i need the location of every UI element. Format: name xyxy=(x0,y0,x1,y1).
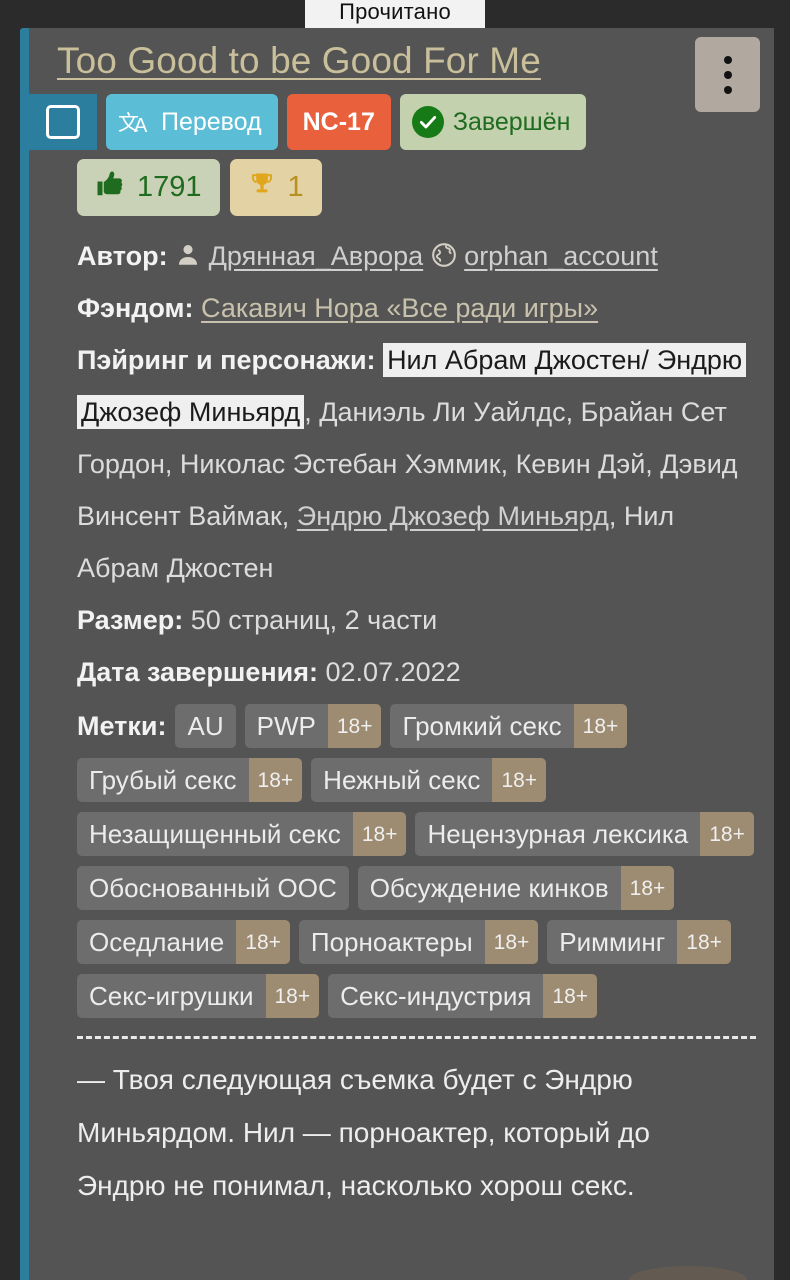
kudos-count: 1791 xyxy=(137,171,202,203)
kebab-dot xyxy=(723,55,732,64)
tag-label: Обоснованный ООС xyxy=(89,873,337,903)
tag-chip[interactable]: Обсуждение кинков 18+ xyxy=(357,866,675,910)
tag-label: AU xyxy=(187,711,224,741)
title-row: Too Good to be Good For Me xyxy=(29,28,774,112)
kebab-menu-icon[interactable] xyxy=(695,37,760,112)
tag-label: Нецензурная лексика xyxy=(427,819,689,849)
badge-rating-label: NC-17 xyxy=(302,107,375,136)
award-button[interactable]: 1 xyxy=(229,159,322,216)
tag-label: Обсуждение кинков xyxy=(369,873,609,903)
award-count: 1 xyxy=(287,171,304,203)
person-icon xyxy=(175,242,201,268)
tag-chip[interactable]: AU xyxy=(175,704,236,748)
work-card: Too Good to be Good For Me 文 A Перевод N… xyxy=(20,28,774,1280)
tag-chip[interactable]: Секс-игрушки 18+ xyxy=(77,974,320,1018)
pairing-highlight-a: Нил Абрам Джостен/ xyxy=(383,343,653,377)
meta-author: Автор: Дрянная_Аврора orphan_account xyxy=(77,230,756,282)
fandom-label: Фэндом: xyxy=(77,293,194,323)
kebab-dot xyxy=(723,85,732,94)
checkbox-unchecked-icon xyxy=(46,105,80,139)
kebab-dot xyxy=(723,70,732,79)
tag-chip[interactable]: Порноактеры 18+ xyxy=(298,920,539,964)
tag-age-badge: 18+ xyxy=(543,974,598,1018)
tag-label: Грубый секс xyxy=(89,765,237,795)
check-circle-icon xyxy=(411,106,444,138)
badge-translation-label: Перевод xyxy=(161,107,262,136)
tag-age-badge: 18+ xyxy=(327,704,382,748)
fandom-link[interactable]: Сакавич Нора «Все ради игры» xyxy=(201,293,598,323)
tag-age-badge: 18+ xyxy=(677,920,731,964)
tag-age-badge: 18+ xyxy=(265,974,320,1018)
meta-fandom: Фэндом: Сакавич Нора «Все ради игры» xyxy=(77,282,756,334)
tag-label: Оседлание xyxy=(89,927,225,957)
tag-chip[interactable]: Нецензурная лексика 18+ xyxy=(415,812,754,856)
svg-text:A: A xyxy=(134,115,148,137)
screen: Прочитано Too Good to be Good For Me 文 A… xyxy=(0,0,790,1280)
badge-status-label: Завершён xyxy=(452,107,571,136)
tag-label: Незащищенный секс xyxy=(89,819,341,849)
meta-info: Автор: Дрянная_Аврора orphan_account Фэн… xyxy=(29,216,774,698)
globe-icon xyxy=(431,242,457,268)
author-link[interactable]: Дрянная_Аврора xyxy=(209,241,424,271)
tag-chip[interactable]: Секс-индустрия 18+ xyxy=(328,974,598,1018)
meta-size: Размер: 50 страниц, 2 части xyxy=(77,594,756,646)
badge-translation[interactable]: 文 A Перевод xyxy=(106,94,278,150)
tag-age-badge: 18+ xyxy=(248,758,303,802)
date-label: Дата завершения: xyxy=(77,657,318,687)
thumbs-up-icon xyxy=(95,169,125,207)
select-checkbox[interactable] xyxy=(29,94,97,150)
tag-age-badge: 18+ xyxy=(573,704,628,748)
tag-label: Громкий секс xyxy=(402,711,562,741)
tag-chip[interactable]: Оседлание 18+ xyxy=(77,920,290,964)
tag-chip[interactable]: Обоснованный ООС xyxy=(77,866,349,910)
tag-chip[interactable]: Незащищенный секс 18+ xyxy=(77,812,407,856)
tag-age-badge: 18+ xyxy=(236,920,290,964)
pairing-label: Пэйринг и персонажи: xyxy=(77,345,376,375)
tag-label: Нежный секс xyxy=(323,765,481,795)
tag-chip[interactable]: PWP 18+ xyxy=(244,704,382,748)
tag-label: Секс-игрушки xyxy=(89,981,254,1011)
date-value: 02.07.2022 xyxy=(325,657,461,687)
tag-age-badge: 18+ xyxy=(352,812,407,856)
tag-label: PWP xyxy=(256,711,316,741)
tag-chip[interactable]: Нежный секс 18+ xyxy=(311,758,547,802)
size-value: 50 страниц, 2 части xyxy=(190,605,438,635)
tab-read[interactable]: Прочитано xyxy=(305,0,485,28)
tag-label: Секс-индустрия xyxy=(340,981,532,1011)
kudos-button[interactable]: 1791 xyxy=(77,159,220,216)
meta-pairing: Пэйринг и персонажи: Нил Абрам Джостен/Э… xyxy=(77,334,756,594)
size-label: Размер: xyxy=(77,605,184,635)
original-account-link[interactable]: orphan_account xyxy=(464,241,658,271)
stat-row: 1791 1 xyxy=(29,159,774,216)
tag-age-badge: 18+ xyxy=(700,812,754,856)
badge-status[interactable]: Завершён xyxy=(399,94,587,150)
tag-age-badge: 18+ xyxy=(620,866,675,910)
tags-label: Метки: xyxy=(77,710,167,741)
tag-chip[interactable]: Грубый секс 18+ xyxy=(77,758,303,802)
meta-date: Дата завершения: 02.07.2022 xyxy=(77,646,756,698)
work-title-link[interactable]: Too Good to be Good For Me xyxy=(57,38,541,84)
tag-chip[interactable]: Громкий секс 18+ xyxy=(390,704,628,748)
tag-age-badge: 18+ xyxy=(484,920,539,964)
tag-chip[interactable]: Римминг 18+ xyxy=(547,920,731,964)
trophy-icon xyxy=(248,170,276,206)
summary-text: — Твоя следующая съемка будет с Эндрю Ми… xyxy=(77,1064,650,1201)
tag-age-badge: 18+ xyxy=(492,758,547,802)
pairing-character-link[interactable]: Эндрю Джозеф Миньярд xyxy=(297,501,609,531)
partial-button-below-fold[interactable] xyxy=(629,1266,747,1280)
badge-rating[interactable]: NC-17 xyxy=(286,94,391,150)
tag-label: Порноактеры xyxy=(310,927,473,957)
author-label: Автор: xyxy=(77,241,168,271)
badge-row: 文 A Перевод NC-17 Завершён xyxy=(29,94,774,150)
tag-list: Метки: AU PWP 18+ Громкий секс 18+ Грубый сек… xyxy=(29,698,774,1018)
translate-icon: 文 A xyxy=(118,107,152,137)
tag-label: Римминг xyxy=(559,927,666,957)
